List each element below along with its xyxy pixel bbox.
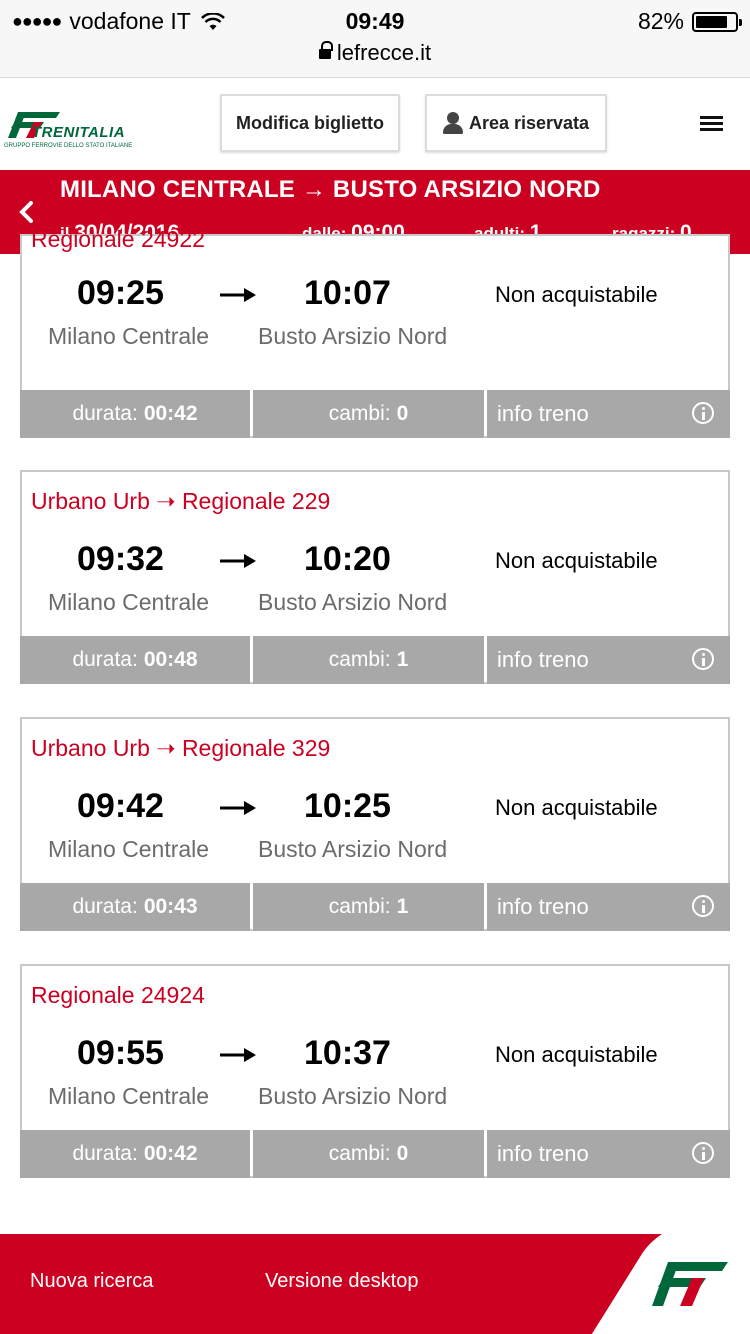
- info-icon: [692, 895, 714, 917]
- info-icon: [692, 402, 714, 424]
- area-riservata-label: Area riservata: [468, 112, 590, 133]
- logo-brand-text: TRENITALIA: [32, 124, 126, 141]
- train-info-button[interactable]: info treno: [487, 636, 730, 684]
- site-footer: Nuova ricerca Versione desktop: [0, 1234, 750, 1334]
- train-card[interactable]: Urbano Urb ➝ Regionale 329 09:42 10:25 M…: [20, 717, 730, 931]
- changes: cambi: 0: [253, 390, 484, 438]
- arrival-time: 10:25: [304, 787, 391, 825]
- arrival-station: Busto Arsizio Nord: [258, 836, 448, 862]
- arrival-time: 10:20: [304, 540, 391, 578]
- duration: durata: 00:48: [20, 636, 250, 684]
- changes: cambi: 0: [253, 1130, 484, 1178]
- train-name: Regionale 24922: [31, 226, 205, 252]
- departure-time: 09:32: [77, 540, 164, 578]
- changes: cambi: 1: [253, 636, 484, 684]
- train-info-button[interactable]: info treno: [487, 390, 730, 438]
- duration: durata: 00:42: [20, 1130, 250, 1178]
- modifica-biglietto-button[interactable]: Modifica biglietto: [220, 94, 400, 152]
- arrow-right-icon: [220, 554, 256, 568]
- trenitalia-logo[interactable]: TRENITALIA GRUPPO FERROVIE DELLO STATO I…: [4, 98, 154, 158]
- departure-station: Milano Centrale: [48, 836, 210, 862]
- purchase-status: Non acquistabile: [495, 1042, 658, 1067]
- train-card[interactable]: Regionale 24924 09:55 10:37 Milano Centr…: [20, 964, 730, 1178]
- train-card[interactable]: Urbano Urb ➝ Regionale 229 09:32 10:20 M…: [20, 470, 730, 684]
- duration: durata: 00:42: [20, 390, 250, 438]
- departure-time: 09:55: [77, 1034, 164, 1072]
- lock-icon: [318, 41, 333, 61]
- train-card-footer: durata: 00:42 cambi: 0 info treno: [20, 1130, 730, 1178]
- departure-station: Milano Centrale: [48, 1083, 210, 1109]
- arrival-time: 10:07: [304, 274, 391, 312]
- battery-percent: 82%: [637, 8, 684, 34]
- departure-time: 09:42: [77, 787, 164, 825]
- arrow-right-icon: [220, 1048, 256, 1062]
- duration: durata: 00:43: [20, 883, 250, 931]
- url-bar[interactable]: lefrecce.it: [0, 40, 750, 78]
- train-name: Regionale 24924: [31, 982, 205, 1008]
- purchase-status: Non acquistabile: [495, 795, 658, 820]
- url-text[interactable]: lefrecce.it: [337, 40, 431, 65]
- info-icon: [692, 1142, 714, 1164]
- battery-icon: [692, 11, 742, 32]
- route-title: MILANO CENTRALE → BUSTO ARSIZIO NORD: [60, 176, 601, 203]
- logo-subtitle: GRUPPO FERROVIE DELLO STATO ITALIANE: [4, 143, 133, 149]
- info-icon: [692, 648, 714, 670]
- train-card-footer: durata: 00:43 cambi: 1 info treno: [20, 883, 730, 931]
- arrival-station: Busto Arsizio Nord: [258, 1083, 448, 1109]
- back-chevron-icon[interactable]: [14, 199, 40, 225]
- arrival-station: Busto Arsizio Nord: [258, 323, 448, 349]
- arrival-station: Busto Arsizio Nord: [258, 589, 448, 615]
- train-info-button[interactable]: info treno: [487, 883, 730, 931]
- arrival-time: 10:37: [304, 1034, 391, 1072]
- purchase-status: Non acquistabile: [495, 548, 658, 573]
- train-card-footer: durata: 00:42 cambi: 0 info treno: [20, 390, 730, 438]
- site-header: TRENITALIA GRUPPO FERROVIE DELLO STATO I…: [0, 78, 750, 170]
- train-name: Urbano Urb ➝ Regionale 329: [31, 735, 331, 761]
- changes: cambi: 1: [253, 883, 484, 931]
- nuova-ricerca-link[interactable]: Nuova ricerca: [30, 1270, 153, 1293]
- versione-desktop-link[interactable]: Versione desktop: [265, 1270, 418, 1293]
- departure-time: 09:25: [77, 274, 164, 312]
- train-card-footer: durata: 00:48 cambi: 1 info treno: [20, 636, 730, 684]
- departure-station: Milano Centrale: [48, 323, 210, 349]
- arrow-right-icon: [220, 801, 256, 815]
- user-icon: [442, 112, 463, 134]
- menu-icon[interactable]: [700, 116, 723, 132]
- arrow-right-icon: [220, 288, 256, 302]
- fs-logo-icon: [652, 1262, 728, 1306]
- departure-station: Milano Centrale: [48, 589, 210, 615]
- modifica-biglietto-label: Modifica biglietto: [236, 112, 384, 133]
- area-riservata-button[interactable]: Area riservata: [425, 94, 607, 152]
- status-bar: ●●●●● vodafone IT 09:49 82%: [0, 0, 750, 40]
- train-card[interactable]: Regionale 24922 09:25 10:07 Milano Centr…: [20, 226, 730, 438]
- train-info-button[interactable]: info treno: [487, 1130, 730, 1178]
- train-name: Urbano Urb ➝ Regionale 229: [31, 488, 331, 514]
- purchase-status: Non acquistabile: [495, 282, 658, 307]
